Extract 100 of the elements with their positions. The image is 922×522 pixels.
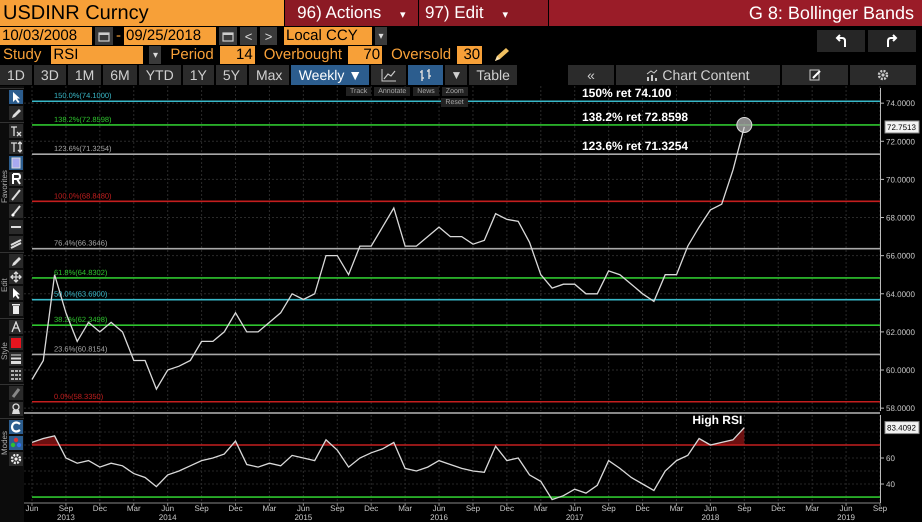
axis-label: 62.0000 bbox=[886, 328, 915, 337]
tool-button[interactable] bbox=[9, 90, 23, 104]
tool-button[interactable] bbox=[9, 124, 23, 138]
tool-button[interactable] bbox=[9, 270, 23, 284]
period-tab[interactable]: YTD bbox=[138, 65, 181, 85]
menu-button[interactable]: 96) Actions ▾ bbox=[284, 0, 418, 26]
axis-label: 60.0000 bbox=[886, 366, 915, 376]
tool-button[interactable] bbox=[9, 106, 23, 120]
period-tab[interactable]: 6M bbox=[103, 65, 137, 85]
section-label: Modes bbox=[0, 430, 9, 458]
parameter-label: Period bbox=[169, 46, 214, 64]
dropdown-button[interactable]: ▾ bbox=[149, 46, 162, 64]
axis-label: Jun bbox=[704, 504, 717, 513]
line-icon bbox=[10, 189, 22, 201]
calendar-icon bbox=[98, 30, 110, 42]
undo-icon bbox=[834, 34, 848, 48]
highlight-circle bbox=[736, 116, 752, 133]
edit-button[interactable] bbox=[782, 65, 848, 85]
study-dropdown[interactable]: RSI bbox=[51, 46, 144, 64]
end-date-field[interactable]: 09/25/2018 bbox=[124, 27, 216, 45]
line-chart-icon bbox=[380, 68, 397, 82]
text-height-icon bbox=[10, 141, 22, 153]
chart-type-menu-button[interactable]: ▼ bbox=[445, 65, 468, 85]
period-tab[interactable]: 1Y bbox=[182, 65, 214, 85]
color-icon bbox=[10, 337, 22, 349]
period-tab[interactable]: 1D bbox=[0, 65, 32, 85]
axis-label: Jun bbox=[568, 504, 582, 513]
redo-button[interactable] bbox=[868, 30, 916, 52]
section-label: Favorites bbox=[0, 169, 9, 206]
axis-label: 72.0000 bbox=[886, 137, 915, 146]
tool-button[interactable] bbox=[9, 236, 23, 250]
collapse-button[interactable]: « bbox=[568, 65, 614, 85]
parameter-label: Overbought bbox=[262, 46, 342, 64]
axis-label: 58.0000 bbox=[886, 404, 915, 411]
axis-label: Dec bbox=[364, 504, 378, 513]
axis-label: 2013 bbox=[57, 513, 75, 522]
period-tab[interactable]: 1M bbox=[68, 65, 102, 85]
date-separator: - bbox=[116, 27, 121, 45]
axis-label: Mar bbox=[805, 504, 820, 513]
cycle-icon bbox=[10, 421, 22, 433]
axis-label: Sep bbox=[194, 504, 209, 513]
undo-button[interactable] bbox=[817, 30, 865, 52]
axis-label: 2016 bbox=[430, 513, 448, 522]
pen-icon bbox=[10, 107, 22, 119]
tool-button[interactable] bbox=[9, 286, 23, 300]
axis-label: 40 bbox=[886, 480, 895, 490]
tool-button[interactable] bbox=[9, 420, 23, 434]
annotation-text: 123.6% ret 71.3254 bbox=[582, 139, 688, 154]
calendar-button[interactable] bbox=[219, 27, 237, 45]
pencil-icon[interactable] bbox=[492, 47, 510, 63]
chart-type-button[interactable] bbox=[408, 65, 444, 85]
previous-button[interactable]: < bbox=[240, 27, 257, 45]
tool-button[interactable] bbox=[9, 320, 23, 334]
tool-button[interactable] bbox=[9, 220, 23, 234]
axis-label: 2017 bbox=[566, 513, 584, 522]
axis-label: Dec bbox=[92, 504, 107, 513]
dropdown-button[interactable]: ▾ bbox=[375, 27, 387, 45]
annotation-text: High RSI bbox=[692, 413, 742, 427]
tool-button[interactable] bbox=[9, 302, 23, 316]
period-tab[interactable]: Max bbox=[248, 65, 290, 85]
tool-button[interactable] bbox=[9, 140, 23, 154]
axis-label: Dec bbox=[635, 504, 650, 513]
axis-label: Jun bbox=[296, 504, 310, 513]
table-button[interactable]: Table bbox=[469, 65, 517, 85]
tool-button[interactable] bbox=[9, 352, 23, 366]
settings-button[interactable] bbox=[850, 65, 916, 85]
axis-label: Mar bbox=[262, 504, 276, 513]
security-field[interactable]: USDINR Curncy bbox=[0, 0, 284, 26]
axis-label: 2014 bbox=[158, 513, 177, 522]
axis-label: Sep bbox=[466, 504, 480, 513]
tool-button[interactable] bbox=[9, 452, 23, 466]
axis-label: 68.0000 bbox=[886, 214, 915, 223]
tool-button[interactable] bbox=[9, 368, 23, 382]
trash-icon bbox=[10, 303, 22, 315]
menu-button[interactable]: 97) Edit ▾ bbox=[418, 0, 548, 26]
axis-label: Sep bbox=[58, 504, 74, 513]
frequency-dropdown[interactable]: Weekly ▼ bbox=[291, 65, 370, 85]
tool-button[interactable] bbox=[9, 188, 23, 202]
tool-button[interactable] bbox=[9, 204, 23, 218]
chart-content-button[interactable]: Chart Content bbox=[616, 65, 780, 85]
axis-label: Mar bbox=[534, 504, 548, 513]
next-button[interactable]: > bbox=[260, 27, 277, 45]
settings-icon bbox=[877, 69, 889, 81]
chart-icon bbox=[646, 69, 658, 81]
parameter-field[interactable]: 70 bbox=[348, 46, 382, 64]
annotation-text: 150% ret 74.100 bbox=[582, 86, 672, 100]
gear-icon bbox=[10, 453, 22, 465]
currency-dropdown[interactable]: Local CCY bbox=[284, 27, 372, 45]
parameter-field[interactable]: 30 bbox=[457, 46, 482, 64]
start-date-field[interactable]: 10/03/2008 bbox=[0, 27, 92, 45]
axis-label: Jun bbox=[840, 504, 853, 513]
tool-button[interactable] bbox=[9, 254, 23, 268]
axis-label: Jun bbox=[432, 504, 446, 513]
calendar-button[interactable] bbox=[95, 27, 113, 45]
section-label: Edit bbox=[0, 277, 9, 294]
period-tab[interactable]: 5Y bbox=[216, 65, 247, 85]
parameter-label: Oversold bbox=[390, 46, 452, 64]
chart-type-button[interactable] bbox=[371, 65, 406, 85]
period-tab[interactable]: 3D bbox=[34, 65, 66, 85]
parameter-field[interactable]: 14 bbox=[220, 46, 255, 64]
